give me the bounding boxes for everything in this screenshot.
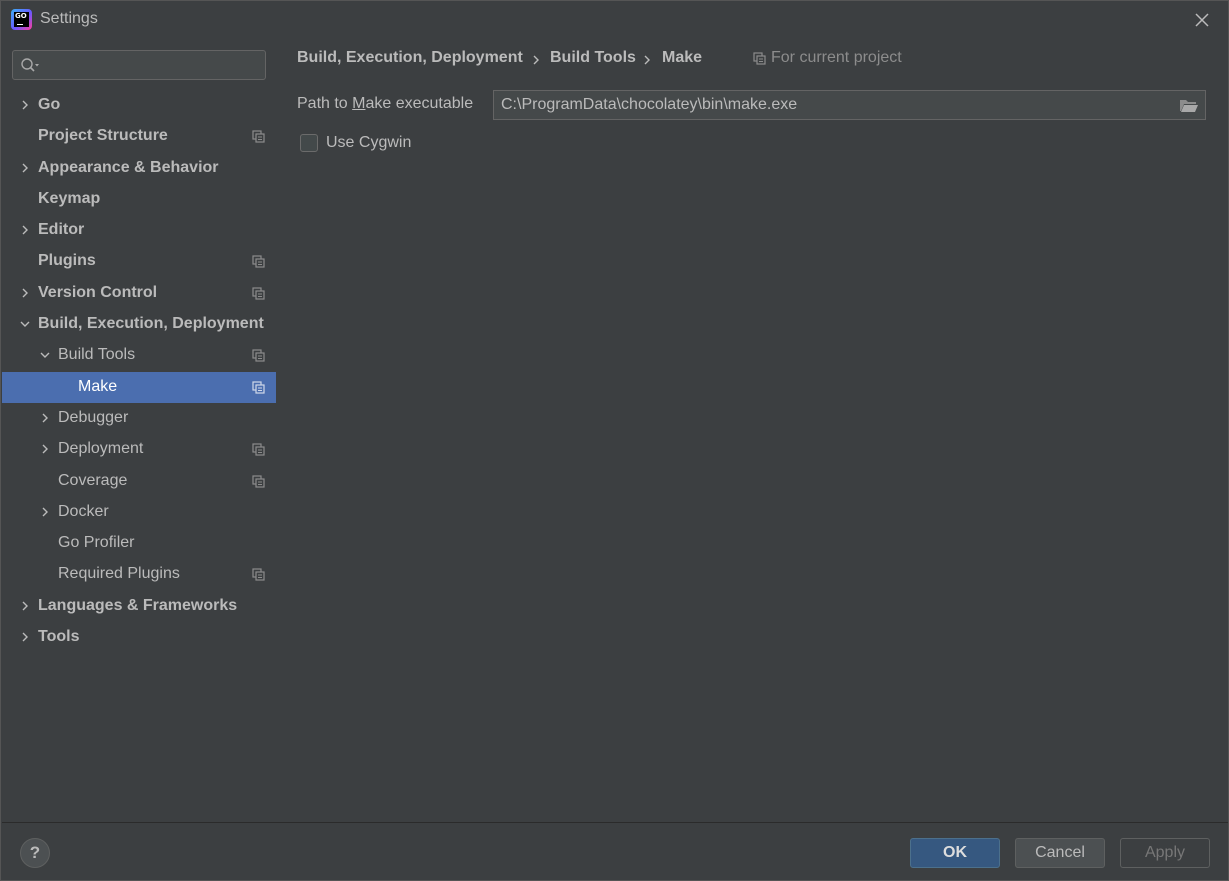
- make-path-label: Path to Make executable: [297, 95, 474, 112]
- sidebar-item-label: Plugins: [38, 252, 96, 270]
- search-icon[interactable]: [20, 57, 42, 75]
- sidebar-item-label: Go: [38, 96, 61, 113]
- sidebar-item-label: Version Control: [38, 283, 158, 301]
- sidebar-item-label: Deployment: [58, 440, 144, 458]
- project-scope-icon: [252, 381, 265, 394]
- sidebar-item-label: Go Profiler: [58, 534, 135, 552]
- chevron-right-icon[interactable]: [19, 287, 31, 299]
- dialog-footer: ? OK Cancel Apply: [2, 822, 1228, 880]
- project-scope-icon: [252, 255, 265, 269]
- project-scope-icon: [252, 568, 265, 582]
- close-icon[interactable]: [1192, 10, 1212, 30]
- sidebar-item-plugins[interactable]: Plugins: [2, 246, 276, 277]
- sidebar-item-tools[interactable]: Tools: [2, 622, 276, 653]
- chevron-right-icon[interactable]: [39, 443, 51, 455]
- search-box[interactable]: [12, 50, 266, 80]
- sidebar-item-required-plugins[interactable]: Required Plugins: [2, 559, 276, 590]
- project-scope-icon: [252, 443, 265, 456]
- sidebar-item-label: Make: [78, 377, 118, 395]
- chevron-right-icon: [644, 55, 650, 65]
- breadcrumb-item-build-tools: Build Tools: [550, 49, 636, 66]
- settings-sidebar: Go Project Structure Appearance & Behavior…: [2, 39, 276, 822]
- window-title: Settings: [40, 10, 98, 27]
- project-scope-icon: [252, 349, 265, 362]
- sidebar-item-debugger[interactable]: Debugger: [2, 403, 276, 434]
- sidebar-item-make[interactable]: Make: [2, 371, 276, 403]
- scope-label: For current project: [771, 49, 902, 66]
- sidebar-item-label: Coverage: [58, 471, 128, 489]
- project-scope-icon: [252, 130, 265, 143]
- sidebar-item-label: Appearance & Behavior: [38, 158, 219, 176]
- chevron-down-icon[interactable]: [39, 349, 51, 361]
- use-cygwin-checkbox[interactable]: [300, 134, 318, 152]
- project-scope-icon: [252, 474, 265, 488]
- sidebar-item-build-execution-deployment[interactable]: Build, Execution, Deployment: [2, 309, 276, 340]
- sidebar-item-coverage[interactable]: Coverage: [2, 466, 276, 497]
- sidebar-item-label: Build, Execution, Deployment: [38, 315, 264, 333]
- sidebar-item-project-structure[interactable]: Project Structure: [2, 121, 276, 152]
- chevron-down-icon[interactable]: [19, 318, 31, 330]
- chevron-right-icon[interactable]: [19, 600, 31, 612]
- apply-button[interactable]: Apply: [1120, 838, 1210, 868]
- sidebar-item-label: Build Tools: [58, 346, 136, 364]
- settings-window: GO Settings Go Project Structure Appearanc…: [0, 0, 1229, 881]
- breadcrumb-item-make: Make: [662, 49, 703, 66]
- folder-open-icon[interactable]: [1179, 97, 1199, 114]
- sidebar-item-deployment[interactable]: Deployment: [2, 434, 276, 465]
- sidebar-item-label: Debugger: [58, 408, 129, 426]
- search-input[interactable]: [47, 54, 257, 76]
- chevron-right-icon: [533, 55, 539, 65]
- use-cygwin-label[interactable]: Use Cygwin: [326, 134, 411, 152]
- settings-tree: Go Project Structure Appearance & Behavior…: [2, 90, 276, 653]
- sidebar-item-label: Keymap: [38, 189, 101, 207]
- sidebar-item-go-profiler[interactable]: Go Profiler: [2, 528, 276, 559]
- project-scope-icon: [753, 52, 766, 65]
- chevron-right-icon[interactable]: [39, 412, 51, 424]
- chevron-right-icon[interactable]: [19, 162, 31, 174]
- title-bar: GO Settings: [1, 1, 1228, 39]
- chevron-right-icon[interactable]: [19, 224, 31, 236]
- chevron-right-icon[interactable]: [19, 99, 31, 111]
- sidebar-item-label: Required Plugins: [58, 565, 180, 583]
- breadcrumb-item-build-execution-deployment: Build, Execution, Deployment: [297, 49, 523, 66]
- sidebar-item-keymap[interactable]: Keymap: [2, 184, 276, 215]
- sidebar-item-appearance-and-behavior[interactable]: Appearance & Behavior: [2, 153, 276, 184]
- sidebar-item-languages-and-frameworks[interactable]: Languages & Frameworks: [2, 591, 276, 622]
- sidebar-item-label: Project Structure: [38, 127, 168, 145]
- sidebar-item-label: Languages & Frameworks: [38, 596, 238, 614]
- project-scope-icon: [252, 287, 265, 300]
- chevron-right-icon[interactable]: [19, 631, 31, 643]
- sidebar-item-label: Editor: [38, 221, 85, 239]
- make-settings-panel: Build, Execution, Deployment Build Tools…: [276, 39, 1228, 822]
- cancel-button[interactable]: Cancel: [1015, 838, 1105, 868]
- sidebar-item-go[interactable]: Go: [2, 90, 276, 121]
- sidebar-item-editor[interactable]: Editor: [2, 215, 276, 246]
- help-button[interactable]: ?: [20, 838, 50, 868]
- sidebar-item-docker[interactable]: Docker: [2, 497, 276, 528]
- sidebar-item-label: Tools: [38, 628, 80, 646]
- sidebar-item-version-control[interactable]: Version Control: [2, 278, 276, 309]
- make-path-input[interactable]: [501, 94, 1161, 116]
- ok-button[interactable]: OK: [910, 838, 1000, 868]
- sidebar-item-build-tools[interactable]: Build Tools: [2, 340, 276, 371]
- sidebar-item-label: Docker: [58, 502, 109, 520]
- goland-logo-icon: GO: [11, 9, 32, 30]
- chevron-right-icon[interactable]: [39, 506, 51, 518]
- make-path-field[interactable]: [493, 90, 1206, 120]
